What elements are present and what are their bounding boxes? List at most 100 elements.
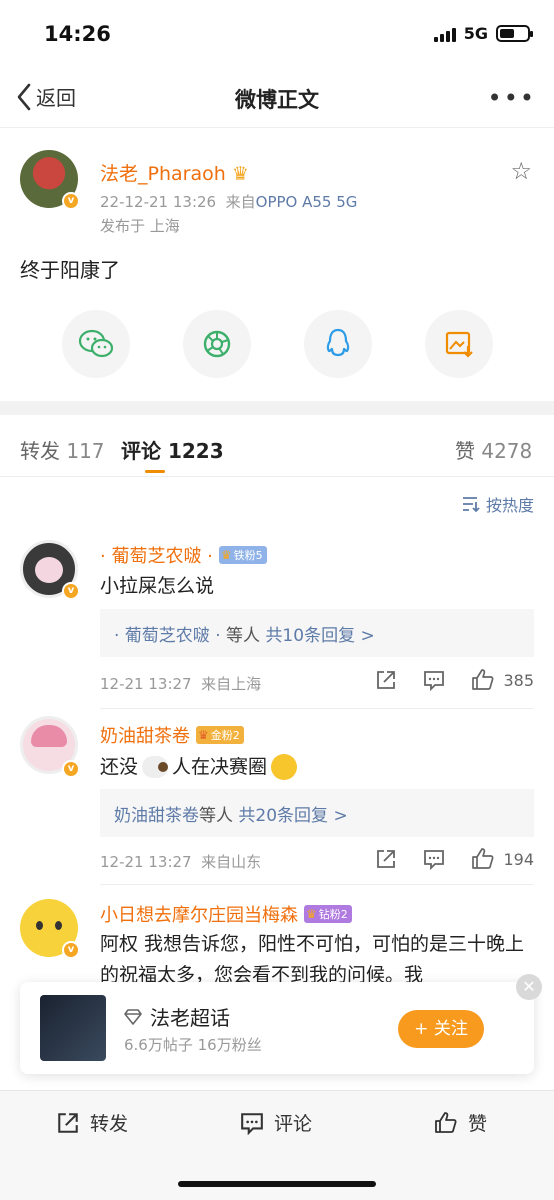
thumbs-up-icon (435, 1111, 457, 1133)
comment-label: 评论 (274, 1113, 313, 1135)
comment-text: 小拉屎怎么说 (100, 575, 215, 597)
repost-label: 转发 (90, 1113, 129, 1135)
nav-bar: 返回 微博正文 ••• (0, 70, 554, 128)
post-timestamp: 22-12-21 13:26 (100, 193, 217, 211)
avatar-art (35, 557, 63, 583)
verified-badge-icon: v (62, 941, 80, 959)
comment-actions: 194 (375, 847, 534, 871)
moments-icon (203, 330, 231, 358)
tab-reposts[interactable]: 转发 117 (20, 435, 105, 464)
page-title: 微博正文 (235, 88, 319, 112)
comment-button[interactable]: 评论 (240, 1109, 312, 1136)
fan-level-text: 金粉2 (210, 729, 240, 742)
like-button[interactable]: 385 (471, 668, 534, 692)
super-topic-title: 法老超话 (124, 1002, 230, 1031)
signal-icon (433, 26, 456, 42)
reply-summary-mid: 等人 (220, 626, 266, 646)
comment-divider (100, 708, 534, 709)
status-bar: 14:26 5G (0, 0, 554, 70)
save-image-icon (445, 331, 473, 358)
share-qq-button[interactable] (304, 310, 372, 378)
super-topic-card[interactable]: 法老超话 6.6万帖子 16万粉丝 + 关注 ✕ (20, 974, 542, 1074)
like-count: 194 (503, 849, 534, 869)
favorite-star-icon[interactable]: ☆ (510, 157, 532, 185)
close-icon[interactable]: ✕ (516, 974, 542, 1000)
verified-badge-icon: v (62, 192, 80, 210)
super-topic-image (40, 995, 106, 1061)
avatar-eye (36, 921, 43, 930)
qq-icon (326, 328, 350, 357)
super-topic-name: 法老超话 (150, 1006, 230, 1030)
tab-likes-count: 4278 (481, 439, 533, 463)
commenter-name[interactable]: · 葡萄芝农啵 · ♛ 铁粉5 (100, 542, 267, 568)
comment-icon (241, 1112, 263, 1135)
repost-icon[interactable] (375, 669, 397, 691)
fan-level-badge: ♛ 金粉2 (196, 726, 244, 744)
like-post-button[interactable]: 赞 (434, 1109, 487, 1136)
save-image-button[interactable] (425, 310, 493, 378)
post-meta: 22-12-21 13:26 来自OPPO A55 5G (100, 191, 357, 212)
section-divider (0, 401, 554, 415)
verified-badge-icon: v (62, 760, 80, 778)
follow-button[interactable]: + 关注 (398, 1010, 484, 1048)
status-time: 14:26 (44, 22, 111, 46)
commenter-name-text: 小日想去摩尔庄园当梅森 (100, 905, 298, 926)
post-location: 发布于 上海 (100, 217, 180, 235)
share-wechat-button[interactable] (62, 310, 130, 378)
post-tabs: 转发 117 评论 1223 赞 4278 (0, 415, 554, 477)
avatar-eye (55, 921, 62, 930)
share-moments-button[interactable] (183, 310, 251, 378)
fan-level-badge: ♛ 铁粉5 (218, 546, 267, 564)
post-text: 终于阳康了 (20, 258, 120, 282)
comment-location: 来自上海 (201, 675, 262, 693)
thumbs-up-icon (472, 848, 494, 869)
more-menu-button[interactable]: ••• (488, 84, 536, 112)
fan-level-badge: ♛ 钻粉2 (304, 905, 352, 923)
author-name[interactable]: 法老_Pharaoh ♛ (100, 159, 249, 186)
commenter-name[interactable]: 小日想去摩尔庄园当梅森 ♛ 钻粉2 (100, 901, 352, 927)
comment-icon[interactable] (423, 669, 445, 691)
battery-icon (496, 25, 533, 42)
like-label: 赞 (468, 1113, 488, 1135)
wechat-icon (78, 329, 114, 358)
comment-actions: 385 (375, 668, 534, 692)
home-indicator[interactable] (178, 1181, 376, 1187)
comment-icon[interactable] (423, 848, 445, 870)
tab-comments[interactable]: 评论 1223 (121, 435, 224, 464)
comment-text: 还没 人在决赛圈 (100, 753, 298, 781)
reply-summary[interactable]: 奶油甜茶卷等人 共20条回复 > (100, 789, 534, 837)
comment-text-b: 人在决赛圈 (172, 756, 268, 778)
crown-icon: ♛ (198, 728, 209, 742)
comment-time: 12-21 13:27 来自山东 (100, 851, 261, 872)
repost-button[interactable]: 转发 (56, 1109, 128, 1136)
reply-summary-mid: 等人 (199, 806, 239, 826)
comment-divider (100, 884, 534, 885)
post-source[interactable]: OPPO A55 5G (256, 193, 358, 211)
tab-reposts-count: 117 (66, 439, 105, 463)
tab-comments-label: 评论 (121, 439, 161, 463)
comment-location: 来自山东 (201, 853, 262, 871)
share-row (62, 310, 493, 378)
comment-time-text: 12-21 13:27 (100, 853, 192, 871)
like-count: 385 (503, 670, 534, 690)
reply-summary-name: · 葡萄芝农啵 · (114, 626, 221, 646)
tab-likes[interactable]: 赞 4278 (455, 435, 532, 464)
repost-icon (58, 1112, 78, 1133)
like-button[interactable]: 194 (471, 847, 534, 871)
tab-comments-count: 1223 (167, 439, 224, 463)
thumbs-up-icon (472, 669, 494, 690)
fan-level-text: 铁粉5 (233, 549, 263, 562)
status-indicators: 5G (433, 24, 533, 43)
sort-button[interactable]: 按热度 (460, 492, 534, 516)
comment-time-text: 12-21 13:27 (100, 675, 192, 693)
comment-time: 12-21 13:27 来自上海 (100, 673, 261, 694)
commenter-name[interactable]: 奶油甜茶卷 ♛ 金粉2 (100, 722, 244, 748)
reply-summary-count: 共10条回复 > (265, 626, 375, 646)
reply-summary[interactable]: · 葡萄芝农啵 · 等人 共10条回复 > (100, 609, 534, 657)
reply-summary-count: 共20条回复 > (238, 806, 348, 826)
tab-likes-label: 赞 (455, 439, 475, 463)
repost-icon[interactable] (375, 848, 397, 870)
author-name-text: 法老_Pharaoh (100, 163, 226, 185)
diamond-icon (124, 1008, 142, 1025)
avatar-art (31, 725, 67, 747)
